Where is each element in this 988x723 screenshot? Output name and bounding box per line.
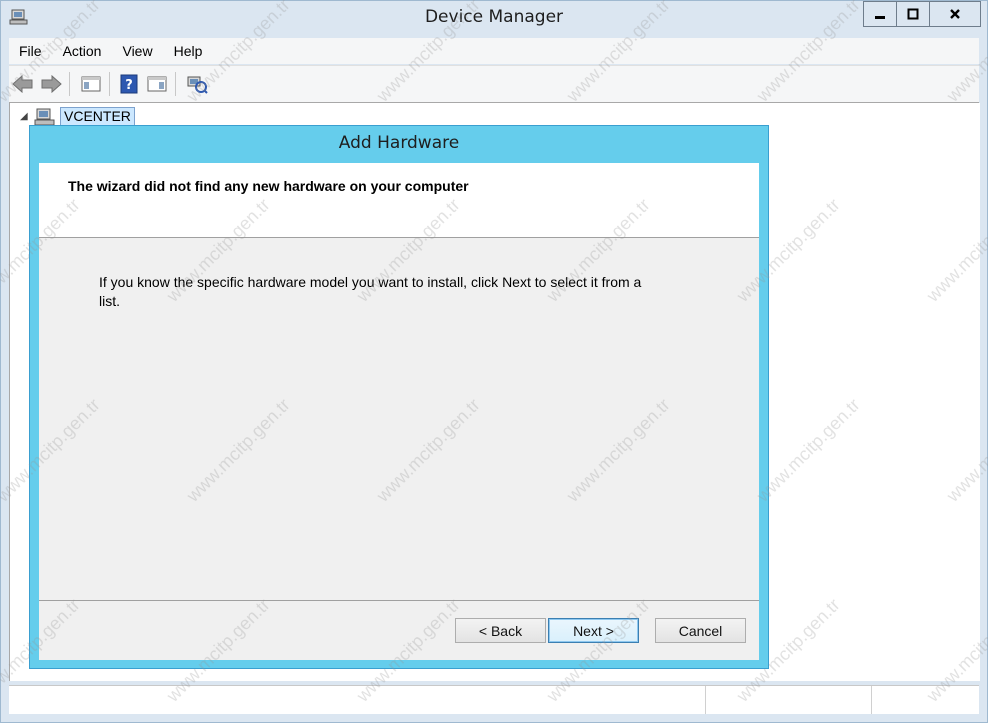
window-title: Device Manager — [424, 7, 564, 27]
back-arrow-icon — [12, 75, 33, 93]
expand-collapse-icon[interactable]: ◢ — [20, 111, 34, 122]
status-bar-cell — [705, 686, 872, 714]
close-icon — [950, 9, 960, 19]
dialog-title[interactable]: Add Hardware — [30, 133, 768, 153]
menu-action[interactable]: Action — [53, 43, 113, 59]
toolbar-separator — [109, 72, 110, 96]
forward-arrow-icon — [41, 75, 62, 93]
wizard-body-line: If you know the specific hardware model … — [99, 274, 642, 290]
toolbar-separator — [175, 72, 176, 96]
scan-hardware-icon — [187, 76, 208, 94]
wizard-body-text: If you know the specific hardware model … — [99, 273, 699, 311]
computer-icon — [34, 108, 55, 125]
forward-button[interactable] — [39, 72, 63, 96]
menu-file[interactable]: File — [9, 43, 53, 59]
help-icon: ? — [120, 74, 138, 94]
menu-view[interactable]: View — [112, 43, 163, 59]
wizard-heading: The wizard did not find any new hardware… — [68, 178, 469, 194]
status-bar-cell — [871, 686, 980, 714]
back-wizard-button[interactable]: < Back — [455, 618, 546, 643]
title-bar[interactable]: Device Manager — [1, 1, 987, 37]
action-pane-button[interactable] — [145, 72, 169, 96]
maximize-icon — [907, 8, 919, 20]
tree-root-node[interactable]: ◢ VCENTER — [20, 107, 135, 126]
scan-hardware-changes-button[interactable] — [185, 72, 209, 96]
close-button[interactable] — [929, 1, 981, 27]
action-pane-icon — [147, 76, 167, 92]
toolbar: ? — [9, 65, 979, 103]
show-hide-console-tree-button[interactable] — [79, 72, 103, 96]
minimize-icon — [875, 16, 885, 19]
caption-buttons — [863, 1, 981, 27]
add-hardware-dialog: Add Hardware The wizard did not find any… — [29, 125, 769, 669]
minimize-button[interactable] — [863, 1, 897, 27]
wizard-footer-separator — [39, 600, 759, 601]
menu-bar: File Action View Help — [9, 38, 979, 64]
menu-help[interactable]: Help — [164, 43, 214, 59]
status-bar — [9, 685, 979, 714]
next-button[interactable]: Next > — [548, 618, 639, 643]
cancel-button[interactable]: Cancel — [655, 618, 746, 643]
console-tree-icon — [81, 76, 101, 92]
wizard-header: The wizard did not find any new hardware… — [39, 163, 759, 238]
help-button[interactable]: ? — [117, 72, 141, 96]
maximize-button[interactable] — [896, 1, 930, 27]
svg-text:?: ? — [125, 78, 133, 93]
tree-root-label[interactable]: VCENTER — [60, 107, 135, 126]
wizard-body-line: list. — [99, 293, 120, 309]
dialog-client-area: The wizard did not find any new hardware… — [39, 163, 759, 660]
back-button[interactable] — [11, 72, 35, 96]
toolbar-separator — [69, 72, 70, 96]
